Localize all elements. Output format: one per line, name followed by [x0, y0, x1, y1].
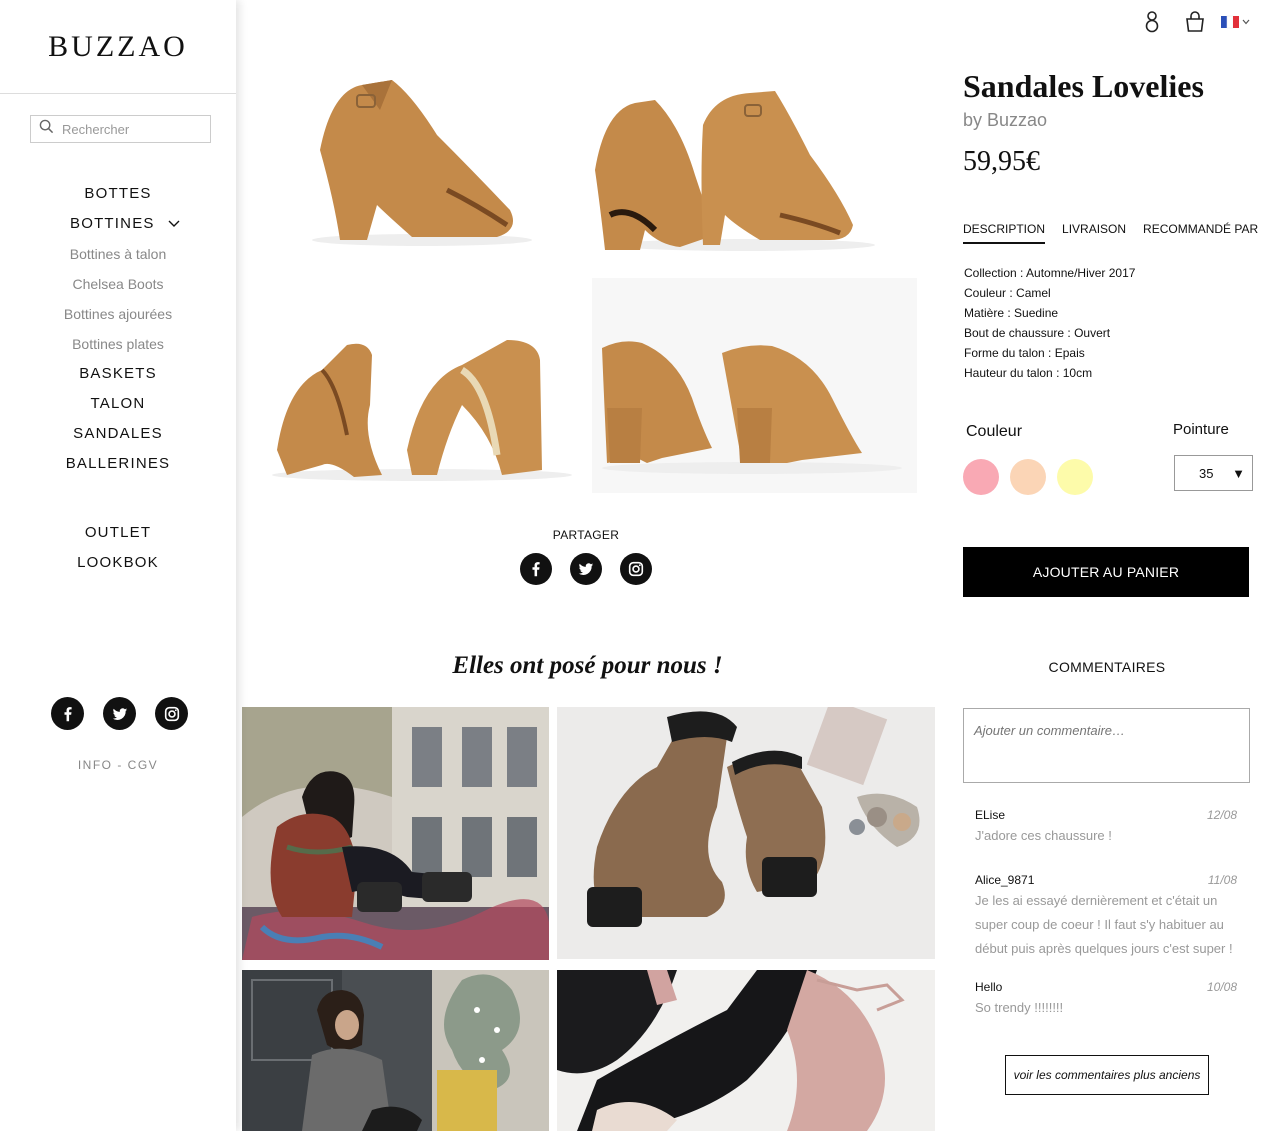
facebook-icon[interactable] [51, 697, 84, 730]
lookbook-title: Elles ont posé pour nous ! [452, 652, 723, 679]
nav-sub-chelsea-boots[interactable]: Chelsea Boots [0, 269, 236, 299]
product-image-1[interactable] [262, 40, 587, 270]
comment-date: 10/08 [1206, 980, 1237, 994]
share-instagram-icon[interactable] [620, 553, 652, 585]
nav-sub-bottines-talon[interactable]: Bottines à talon [0, 239, 236, 269]
size-label: Pointure [1173, 421, 1229, 438]
comment-text: So trendy !!!!!!!! [975, 1000, 1064, 1015]
nav-item-ballerines[interactable]: BALLERINES [0, 449, 236, 479]
lookbook-photo-1[interactable] [242, 707, 549, 960]
share-twitter-icon[interactable] [570, 553, 602, 585]
twitter-icon[interactable] [103, 697, 136, 730]
spec-row: Forme du talon : Epais [964, 346, 1085, 360]
nav-sub-bottines-plates[interactable]: Bottines plates [0, 329, 236, 359]
nav-item-sandales[interactable]: SANDALES [0, 419, 236, 449]
lookbook-photo-4[interactable] [557, 970, 935, 1131]
secondary-nav: OUTLET LOOKBOK [0, 518, 236, 578]
sidebar-social [51, 697, 188, 730]
top-icons [1141, 10, 1251, 34]
share-label: PARTAGER [552, 528, 620, 542]
add-to-cart-button[interactable]: AJOUTER AU PANIER [963, 547, 1249, 597]
color-label: Couleur [966, 423, 1023, 440]
search-input[interactable] [62, 121, 202, 137]
comment-input[interactable] [963, 708, 1250, 783]
nav-item-talon[interactable]: TALON [0, 389, 236, 419]
product-title: Sandales Lovelies [963, 68, 1204, 104]
lookbook-photo-3[interactable] [242, 970, 549, 1131]
nav-item-baskets[interactable]: BASKETS [0, 359, 236, 389]
instagram-icon[interactable] [155, 697, 188, 730]
nav-item-bottes[interactable]: BOTTES [0, 179, 236, 209]
nav-sub-bottines-ajourees[interactable]: Bottines ajourées [0, 299, 236, 329]
brand-logo[interactable]: BUZZAO [0, 30, 236, 64]
product-image-3[interactable] [262, 285, 587, 500]
color-swatch-yellow[interactable] [1057, 459, 1093, 495]
comment-user: ELise [975, 808, 1006, 822]
tab-livraison[interactable]: LIVRAISON [1062, 222, 1126, 244]
comment-date: 12/08 [1206, 808, 1237, 822]
main-nav: BOTTES BOTTINES Bottines à talon Chelsea… [0, 179, 236, 479]
color-swatches [963, 459, 1093, 495]
comment-item: ELise 12/08 J'adore ces chaussure ! [975, 808, 1237, 848]
language-flag-icon[interactable] [1221, 15, 1251, 29]
color-swatch-peach[interactable] [1010, 459, 1046, 495]
search-icon [39, 119, 54, 139]
product-tabs: DESCRIPTION LIVRAISON RECOMMANDÉ PAR [963, 222, 1258, 244]
product-image-4[interactable] [592, 278, 917, 493]
chevron-down-icon[interactable] [168, 209, 180, 239]
sidebar: BUZZAO BOTTES BOTTINES Bottines à talon … [0, 0, 236, 1131]
comment-user: Hello [975, 980, 1003, 994]
older-comments-button[interactable]: voir les commentaires plus anciens [1005, 1055, 1209, 1095]
lookbook-photo-2[interactable] [557, 707, 935, 959]
product-specs: Collection : Automne/Hiver 2017 Couleur … [964, 263, 1135, 383]
spec-row: Matière : Suedine [964, 306, 1059, 320]
nav-item-bottines[interactable]: BOTTINES [0, 209, 236, 239]
nav-item-lookbok[interactable]: LOOKBOK [0, 548, 236, 578]
comments-title: COMMENTAIRES [1048, 659, 1166, 675]
comment-text: Je les ai essayé dernièrement et c'était… [975, 893, 1233, 956]
spec-row: Couleur : Camel [964, 286, 1051, 300]
product-brand[interactable]: by Buzzao [963, 110, 1047, 131]
comment-date: 11/08 [1207, 873, 1237, 887]
tab-description[interactable]: DESCRIPTION [963, 222, 1046, 244]
dropdown-arrow-icon: ▼ [1232, 465, 1245, 481]
comment-text: J'adore ces chaussure ! [975, 828, 1112, 843]
size-select[interactable]: 35 ▼ [1174, 455, 1253, 491]
nav-item-bottines-label: BOTTINES [70, 215, 155, 232]
tab-recommande-par[interactable]: RECOMMANDÉ PAR [1143, 222, 1258, 244]
info-cgv-link[interactable]: INFO - CGV [0, 758, 236, 772]
shopping-bag-icon[interactable] [1183, 10, 1207, 34]
share-icons [520, 553, 652, 585]
sidebar-divider [0, 93, 236, 94]
user-icon[interactable] [1141, 10, 1163, 34]
spec-row: Bout de chaussure : Ouvert [964, 326, 1111, 340]
product-price: 59,95€ [963, 146, 1040, 177]
size-value: 35 [1199, 465, 1214, 481]
product-image-2[interactable] [585, 55, 885, 270]
color-swatch-pink[interactable] [963, 459, 999, 495]
nav-item-outlet[interactable]: OUTLET [0, 518, 236, 548]
share-facebook-icon[interactable] [520, 553, 552, 585]
comment-item: Alice_9871 11/08 Je les ai essayé dernièr… [975, 873, 1237, 961]
spec-row: Collection : Automne/Hiver 2017 [964, 266, 1136, 280]
comment-item: Hello 10/08 So trendy !!!!!!!! [975, 980, 1237, 1020]
comment-user: Alice_9871 [975, 873, 1035, 887]
search-box[interactable] [30, 115, 211, 143]
spec-row: Hauteur du talon : 10cm [964, 366, 1093, 380]
